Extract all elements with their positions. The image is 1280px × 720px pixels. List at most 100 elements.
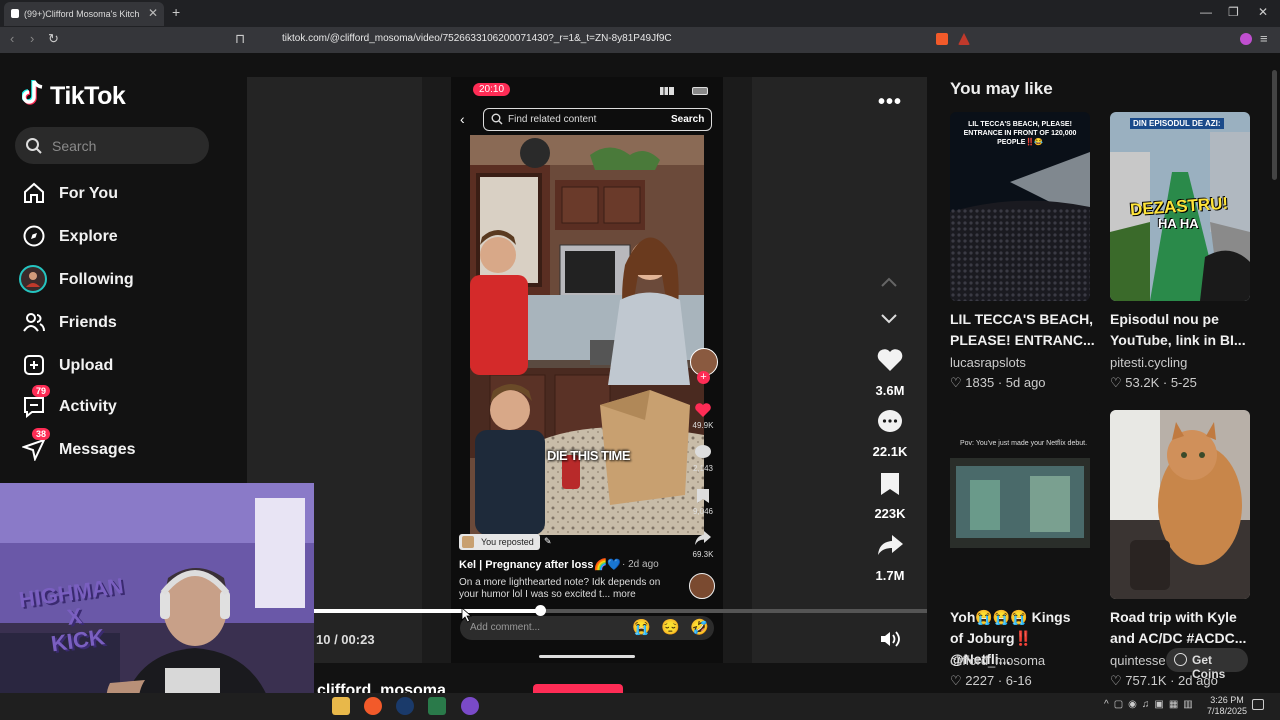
inbox-icon	[24, 397, 44, 418]
card-date: 6-16	[1005, 673, 1032, 688]
profile-icon[interactable]	[1240, 33, 1252, 45]
card-author: lucasrapslots	[950, 355, 1026, 370]
card-title: LIL TECCA'S BEACH, PLEASE! ENTRANC...	[950, 311, 1095, 348]
page-scrollbar[interactable]	[1272, 70, 1277, 180]
card-title: Episodul nou pe YouTube, link in BI...	[1110, 311, 1246, 348]
taskbar-date: 7/18/2025	[1206, 706, 1248, 716]
sidebar-item-activity[interactable]: 79 Activity	[22, 385, 222, 422]
sidebar-item-label: Upload	[59, 357, 114, 374]
like-count: 3.6M	[875, 383, 905, 398]
card-overlay-text: LIL TECCA'S BEACH, PLEASE! ENTRANCE IN F…	[963, 121, 1077, 146]
sidebar-item-label: Following	[59, 271, 134, 288]
sidebar-item-following[interactable]: Following	[19, 265, 222, 295]
heart-outline-icon: ♡	[950, 375, 966, 390]
phone-heart-icon	[695, 403, 711, 417]
bookmark-icon[interactable]: ⊓	[235, 31, 245, 47]
recommended-card[interactable]: LIL TECCA'S BEACH, PLEASE! ENTRANCE IN F…	[950, 112, 1095, 392]
tiktok-logo-text[interactable]: TikTok	[50, 82, 126, 111]
avatar-icon	[19, 265, 47, 293]
heart-icon[interactable]	[876, 347, 904, 373]
card-thumbnail	[1110, 410, 1250, 599]
more-options-icon[interactable]: •••	[878, 91, 902, 114]
brave-shield-icon[interactable]	[936, 33, 948, 45]
brave-browser-icon[interactable]	[364, 697, 382, 715]
card-likes: 53.2K	[1125, 375, 1160, 390]
phone-time: 20:10	[473, 83, 511, 96]
card-author: quintesse	[1110, 653, 1166, 668]
volume-icon[interactable]	[879, 629, 901, 649]
playback-time: 10 / 00:23	[316, 632, 375, 647]
system-tray-icons[interactable]: ^▢◉♫▣▦▥	[1104, 699, 1198, 710]
sidebar-item-friends[interactable]: Friends	[22, 308, 222, 338]
sidebar-item-for-you[interactable]: For You	[22, 179, 222, 209]
taskbar-clock[interactable]: 3:26 PM 7/18/2025	[1202, 695, 1252, 717]
browser-tab[interactable]: (99+)Clifford Mosoma's Kitch ✕	[4, 2, 164, 26]
card-title: Road trip with Kyle and AC/DC #ACDC...	[1110, 607, 1255, 649]
send-icon	[22, 438, 46, 461]
card-overlay-text: Pov: You've just made your Netflix debut…	[960, 440, 1088, 447]
phone-search-button: Search	[671, 114, 705, 125]
phone-back-icon: ‹	[460, 111, 465, 127]
phone-share-count: 69.3K	[692, 550, 714, 559]
forward-icon[interactable]: ›	[30, 31, 34, 46]
phone-home-indicator	[539, 655, 635, 658]
reload-icon[interactable]: ↻	[48, 31, 59, 47]
sidebar-item-label: Activity	[59, 398, 117, 415]
phone-author: Kel | Pregnancy after loss🌈💙	[459, 559, 621, 571]
activity-badge: 79	[32, 385, 51, 397]
card-date: 5-25	[1170, 375, 1197, 390]
file-explorer-icon[interactable]	[332, 697, 350, 715]
excel-icon[interactable]	[428, 697, 446, 715]
restore-button[interactable]: ❐	[1228, 5, 1239, 19]
sidebar-item-label: Messages	[59, 441, 136, 458]
repost-avatar	[462, 536, 474, 548]
search-input[interactable]	[15, 127, 209, 164]
progress-fill	[313, 609, 541, 613]
webcam-wall-sign: HIGHMAN X KICK	[17, 573, 132, 660]
card-title-line2: and AC/DC #ACDC...	[1110, 630, 1247, 646]
comment-icon[interactable]	[876, 409, 904, 435]
heart-outline-icon: ♡	[1110, 673, 1126, 688]
recommended-card[interactable]: Pov: You've just made your Netflix debut…	[950, 410, 1090, 690]
card-stats: ♡ 2227 · 6-16	[950, 673, 1032, 688]
tiktok-logo-icon	[22, 80, 43, 105]
search-icon	[26, 138, 42, 154]
webcam-overlay: HIGHMAN X KICK	[0, 483, 314, 720]
sidebar-item-explore[interactable]: Explore	[22, 222, 222, 252]
notification-icon[interactable]	[1252, 699, 1264, 710]
chevron-down-icon[interactable]	[880, 313, 898, 325]
minimize-button[interactable]: —	[1200, 5, 1212, 19]
recommended-card[interactable]: DIN EPISODUL DE AZI: DEZASTRU! HA HA Epi…	[1110, 112, 1250, 392]
share-icon[interactable]	[876, 533, 904, 557]
card-date: 5d ago	[1005, 375, 1046, 390]
menu-icon[interactable]: ≡	[1260, 31, 1268, 46]
new-tab-button[interactable]: +	[172, 4, 180, 20]
tab-title: (99+)Clifford Mosoma's Kitch	[24, 9, 140, 19]
pencil-icon: ✎	[544, 536, 552, 546]
card-stats: ♡ 1835 · 5d ago	[950, 375, 1046, 390]
phone-description: On a more lighthearted note? Idk depends…	[459, 577, 661, 600]
obs-icon[interactable]	[461, 697, 479, 715]
phone-save-count: 9,046	[692, 507, 714, 516]
windows-taskbar	[0, 693, 1280, 720]
card-author: pitesti.cycling	[1110, 355, 1188, 370]
tiktok-favicon-icon	[11, 9, 19, 18]
card-thumbnail	[950, 410, 1090, 599]
phone-date: · 2d ago	[622, 559, 659, 570]
phone-comment-icon	[695, 445, 711, 458]
url-text[interactable]: tiktok.com/@clifford_mosoma/video/752663…	[282, 33, 672, 44]
sidebar-item-upload[interactable]: Upload	[22, 351, 222, 381]
compass-icon	[23, 225, 45, 247]
chevron-up-icon[interactable]	[880, 276, 898, 288]
bookmark-save-icon[interactable]	[879, 472, 901, 496]
plus-square-icon	[24, 355, 44, 375]
close-window-button[interactable]: ✕	[1258, 5, 1268, 19]
mouse-cursor-icon	[461, 607, 473, 623]
back-icon[interactable]: ‹	[10, 31, 14, 46]
video-caption: DIE THIS TIME	[547, 448, 631, 463]
sidebar-item-messages[interactable]: 38 Messages	[22, 428, 222, 465]
tab-close-icon[interactable]: ✕	[148, 6, 158, 20]
steam-icon[interactable]	[396, 697, 414, 715]
card-title-line1: Yoh😭😭😭 Kings	[950, 609, 1071, 625]
heart-outline-icon: ♡	[950, 673, 966, 688]
